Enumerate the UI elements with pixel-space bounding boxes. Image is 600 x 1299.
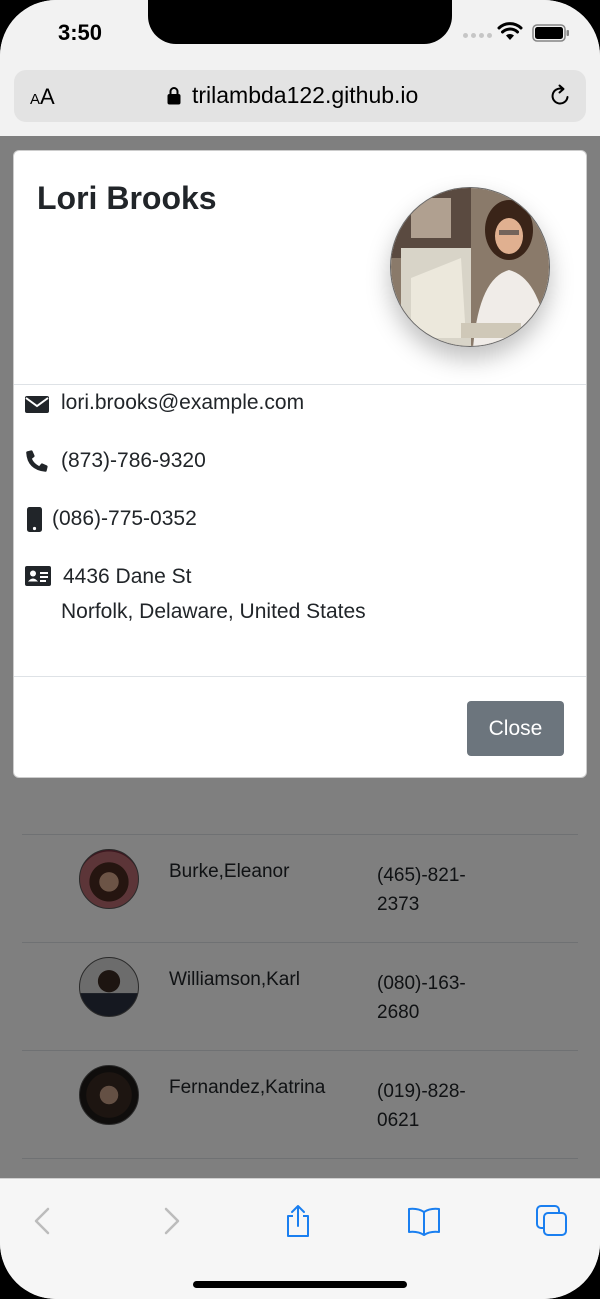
- browser-address-area: AA trilambda122.github.io: [0, 66, 600, 136]
- notch: [148, 0, 452, 44]
- forward-icon[interactable]: [152, 1203, 188, 1239]
- bookmarks-icon[interactable]: [406, 1203, 442, 1239]
- home-indicator[interactable]: [193, 1281, 407, 1288]
- envelope-icon: [25, 396, 49, 413]
- phone-icon: [26, 450, 48, 472]
- modal-header: Lori Brooks: [14, 151, 586, 385]
- browser-toolbar: [0, 1178, 600, 1299]
- address-bar[interactable]: AA trilambda122.github.io: [14, 70, 586, 122]
- reload-icon[interactable]: [548, 84, 572, 108]
- url-text[interactable]: trilambda122.github.io: [192, 82, 418, 109]
- phone-screen: 3:50 AA trilambda122.github.io Lori Broo…: [0, 0, 600, 1299]
- status-bar: 3:50: [0, 0, 600, 66]
- signal-icon: [463, 33, 492, 38]
- address-card-icon: [25, 566, 51, 586]
- tabs-icon[interactable]: [534, 1203, 570, 1239]
- profile-photo-image: [391, 188, 549, 346]
- cell-text[interactable]: (086)-775-0352: [52, 507, 197, 531]
- wifi-icon: [497, 22, 523, 40]
- address-region: Norfolk, Delaware, United States: [61, 600, 366, 623]
- back-icon[interactable]: [26, 1203, 62, 1239]
- contact-modal: Lori Brooks lori.brooks@example.com (873…: [13, 150, 587, 778]
- close-button[interactable]: Close: [467, 701, 564, 756]
- lock-icon: [167, 87, 181, 105]
- text-size-button[interactable]: AA: [30, 84, 55, 110]
- phone-text[interactable]: (873)-786-9320: [61, 449, 206, 473]
- email-text[interactable]: lori.brooks@example.com: [61, 391, 304, 415]
- status-time: 3:50: [58, 20, 103, 45]
- mobile-icon: [27, 507, 42, 532]
- modal-footer: Close: [14, 676, 586, 777]
- battery-icon: [532, 24, 569, 42]
- modal-title: Lori Brooks: [37, 180, 217, 216]
- share-icon[interactable]: [280, 1203, 316, 1239]
- address-street: 4436 Dane St: [63, 565, 192, 588]
- profile-photo: [390, 187, 550, 347]
